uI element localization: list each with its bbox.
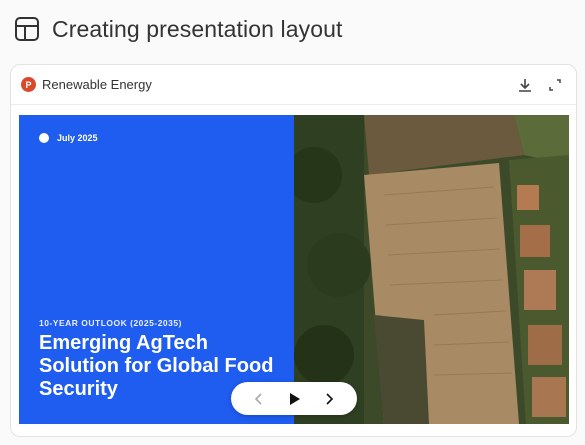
aerial-farmland-photo bbox=[286, 115, 569, 424]
previous-icon[interactable] bbox=[247, 387, 271, 411]
next-icon[interactable] bbox=[317, 387, 341, 411]
slide-text-panel: July 2025 10-YEAR OUTLOOK (2025-2035) Em… bbox=[19, 115, 294, 424]
presentation-card: P Renewable Energy July 2025 10-YEAR OUT… bbox=[10, 64, 577, 437]
file-name: Renewable Energy bbox=[42, 77, 152, 92]
play-icon[interactable] bbox=[282, 387, 306, 411]
date-row: July 2025 bbox=[39, 133, 98, 143]
page-header: Creating presentation layout bbox=[14, 14, 342, 44]
page-title: Creating presentation layout bbox=[52, 15, 343, 42]
powerpoint-icon: P bbox=[21, 77, 36, 92]
slide-player-controls bbox=[231, 382, 357, 415]
expand-icon[interactable] bbox=[544, 74, 566, 96]
layout-icon bbox=[14, 16, 40, 42]
slide-date: July 2025 bbox=[57, 133, 98, 143]
slide-preview: July 2025 10-YEAR OUTLOOK (2025-2035) Em… bbox=[19, 115, 569, 424]
card-toolbar: P Renewable Energy bbox=[11, 65, 576, 105]
bullet-dot bbox=[39, 133, 49, 143]
download-icon[interactable] bbox=[514, 74, 536, 96]
slide-kicker: 10-YEAR OUTLOOK (2025-2035) bbox=[39, 318, 182, 328]
